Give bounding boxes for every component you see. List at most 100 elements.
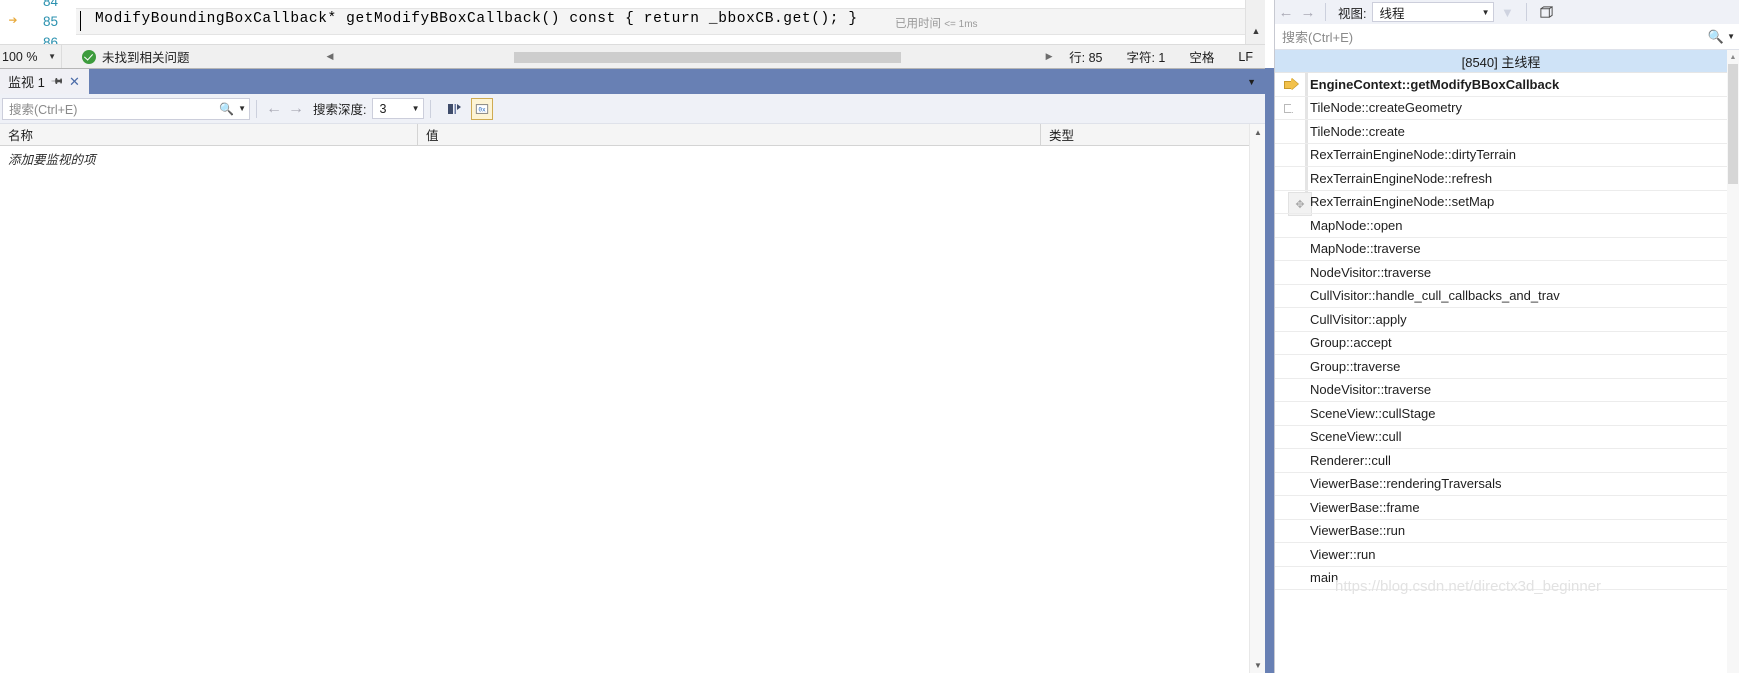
view-mode-value: 线程 [1379, 6, 1405, 21]
call-stack-frame-row[interactable]: TileNode::create [1275, 120, 1727, 144]
call-stack-frame-row[interactable]: CullVisitor::handle_cull_callbacks_and_t… [1275, 285, 1727, 308]
pin-column-icon[interactable] [443, 98, 465, 120]
call-stack-frame-row[interactable]: MapNode::open [1275, 214, 1727, 238]
pin-icon[interactable]: 🖈 [47, 71, 68, 92]
editor-vertical-scrollbar[interactable]: ▲ ▼ [1245, 0, 1266, 57]
elapsed-time-annotation: 已用时间 <= 1ms [895, 15, 978, 31]
search-next-button[interactable]: → [285, 100, 307, 118]
navigate-forward-button[interactable]: → [1297, 4, 1319, 21]
search-icon[interactable]: 🔍 [1708, 29, 1724, 45]
scroll-down-button[interactable]: ▼ [1250, 657, 1266, 673]
call-stack-frame-label: TileNode::create [1310, 123, 1405, 139]
close-icon[interactable]: ✕ [69, 74, 80, 90]
elapsed-value: <= 1ms [944, 19, 978, 30]
call-stack-frame-label: Group::traverse [1310, 358, 1401, 374]
chevron-down-icon[interactable]: ▼ [1724, 32, 1735, 41]
thread-header-row[interactable]: [8540] 主线程 [1275, 50, 1727, 73]
caller-frame-arrow-icon [1275, 101, 1308, 114]
indentation-indicator[interactable]: 空格 [1177, 47, 1226, 66]
scroll-left-button[interactable]: ◀ [322, 51, 338, 62]
watch-vertical-scrollbar[interactable]: ▲ ▼ [1249, 124, 1265, 673]
chevron-down-icon[interactable]: ▼ [1482, 8, 1490, 17]
watch-column-headers: 名称 值 类型 [0, 123, 1265, 146]
execution-pointer-icon: ➔ [8, 13, 18, 30]
toolbar-separator [1526, 3, 1528, 21]
call-stack-frame-row[interactable]: NodeVisitor::traverse [1275, 261, 1727, 285]
line-number-86: 86 [42, 35, 58, 44]
vs-debug-window: 84 ➔ 85 ModifyBoundingBoxCallback* getMo… [0, 0, 1739, 673]
check-circle-icon [82, 49, 96, 64]
call-stack-frame-row[interactable]: NodeVisitor::traverse [1275, 379, 1727, 402]
watch-search-placeholder: 搜索(Ctrl+E) [9, 103, 78, 117]
call-stack-frame-row[interactable]: ViewerBase::renderingTraversals [1275, 473, 1727, 496]
call-stack-frame-row[interactable]: SceneView::cull [1275, 426, 1727, 449]
toolbar-separator [1325, 3, 1326, 21]
scroll-up-button[interactable]: ▲ [1246, 20, 1266, 41]
call-stack-frame-row[interactable]: Renderer::cull [1275, 449, 1727, 473]
call-stack-frame-row[interactable]: RexTerrainEngineNode::refresh [1275, 167, 1727, 191]
watch-toolbar: 搜索(Ctrl+E) 🔍 ▼ ← → 搜索深度: 3 ▼ 0x [0, 94, 1265, 124]
search-depth-label: 搜索深度: [313, 103, 367, 117]
call-stack-frame-row[interactable]: ViewerBase::frame [1275, 496, 1727, 520]
call-stack-frame-row[interactable]: TileNode::createGeometry [1275, 97, 1727, 120]
column-header-type[interactable]: 类型 [1041, 124, 1265, 146]
call-stack-frame-row[interactable]: Viewer::run [1275, 543, 1727, 567]
scroll-up-button[interactable]: ▲ [1727, 50, 1739, 64]
code-text-line-85[interactable]: ModifyBoundingBoxCallback* getModifyBBox… [95, 11, 858, 27]
tab-watch-1[interactable]: 监视 1 🖈 ✕ [0, 69, 89, 94]
call-stack-frame-row[interactable]: main [1275, 567, 1727, 590]
filter-funnel-icon[interactable]: ▼ [1494, 5, 1520, 20]
call-stack-frame-row[interactable]: ViewerBase::run [1275, 520, 1727, 543]
call-stack-frame-row[interactable]: SceneView::cullStage [1275, 402, 1727, 426]
toolbar-separator [430, 99, 432, 118]
scroll-up-button[interactable]: ▲ [1250, 124, 1266, 140]
scroll-right-button[interactable]: ▶ [1041, 51, 1057, 62]
hscroll-track[interactable] [338, 49, 1042, 64]
call-stack-list[interactable]: [8540] 主线程 EngineContext::getModifyBBoxC… [1275, 50, 1727, 673]
call-stack-window: ← → 视图: 线程 ▼ ▼ 搜索(Ctrl+E) 🔍 ▼ ✥ [8540] 主… [1274, 0, 1739, 673]
call-stack-vertical-scrollbar[interactable]: ▲ [1727, 50, 1739, 673]
zoom-level-combo[interactable]: 100 % ▼ [0, 44, 62, 69]
call-stack-frame-label: SceneView::cull [1310, 429, 1402, 445]
tabstrip-overflow-chevron-icon[interactable]: ▼ [1247, 69, 1256, 94]
chevron-down-icon[interactable]: ▼ [236, 104, 246, 113]
call-stack-frame-label: CullVisitor::handle_cull_callbacks_and_t… [1310, 288, 1560, 304]
call-stack-frame-label: ViewerBase::frame [1310, 499, 1420, 515]
elapsed-label: 已用时间 [895, 18, 941, 30]
view-mode-combo[interactable]: 线程 ▼ [1372, 2, 1495, 22]
call-stack-frame-label: NodeVisitor::traverse [1310, 264, 1432, 280]
watch-search-input[interactable]: 搜索(Ctrl+E) 🔍 ▼ [2, 97, 250, 120]
code-line-86: 86 [0, 32, 1252, 44]
call-stack-frame-label: ViewerBase::run [1310, 523, 1406, 539]
call-stack-frame-row[interactable]: MapNode::traverse [1275, 238, 1727, 261]
call-stack-frame-label: Viewer::run [1310, 546, 1376, 562]
call-stack-frame-row[interactable]: Group::accept [1275, 332, 1727, 355]
unwind-frame-icon[interactable] [1533, 5, 1559, 20]
problems-status[interactable]: 未找到相关问题 [62, 47, 322, 66]
watch-window: 监视 1 🖈 ✕ ▼ 搜索(Ctrl+E) 🔍 ▼ ← → 搜索深度: 3 ▼ [0, 68, 1265, 673]
call-stack-frame-row[interactable]: CullVisitor::apply [1275, 308, 1727, 332]
code-editor[interactable]: 84 ➔ 85 ModifyBoundingBoxCallback* getMo… [0, 0, 1252, 44]
watch-empty-row[interactable]: 添加要监视的项 [8, 149, 96, 168]
call-stack-search-input[interactable]: 搜索(Ctrl+E) 🔍 ▼ [1275, 24, 1739, 50]
scroll-thumb[interactable] [1728, 64, 1738, 184]
editor-horizontal-scrollbar[interactable]: ◀ ▶ [322, 45, 1057, 69]
search-previous-button[interactable]: ← [263, 100, 285, 118]
call-stack-frame-row[interactable]: RexTerrainEngineNode::setMap [1275, 191, 1727, 214]
search-depth-combo[interactable]: 3 ▼ [372, 98, 425, 119]
column-header-name[interactable]: 名称 [0, 123, 418, 146]
navigate-back-button[interactable]: ← [1275, 4, 1297, 21]
line-ending-indicator[interactable]: LF [1226, 50, 1265, 64]
column-header-value[interactable]: 值 [418, 123, 1041, 146]
chevron-down-icon[interactable]: ▼ [412, 104, 420, 113]
hscroll-thumb[interactable] [513, 51, 901, 63]
svg-text:0x: 0x [479, 106, 487, 113]
search-icon[interactable]: 🔍 [217, 102, 236, 116]
call-stack-frame-label: NodeVisitor::traverse [1310, 382, 1432, 398]
call-stack-frame-row[interactable]: RexTerrainEngineNode::dirtyTerrain [1275, 144, 1727, 167]
hex-display-toggle[interactable]: 0x [471, 97, 494, 120]
call-stack-frame-row[interactable]: Group::traverse [1275, 355, 1727, 379]
call-stack-frame-row[interactable]: EngineContext::getModifyBBoxCallback [1275, 73, 1727, 97]
call-stack-frame-label: main [1310, 570, 1339, 586]
arrow-right-outline-icon [1284, 101, 1299, 114]
